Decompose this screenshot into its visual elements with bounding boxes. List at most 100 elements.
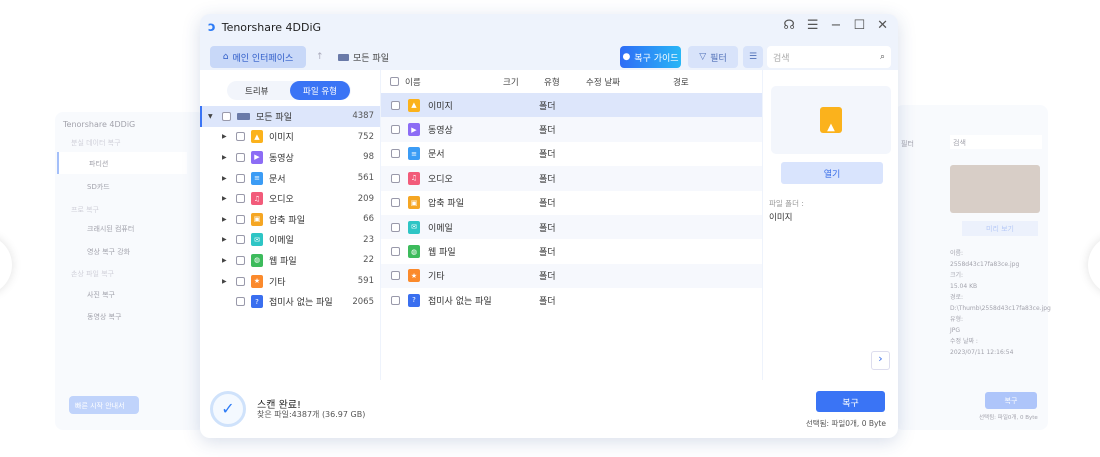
home-button[interactable]: ⌂ 메인 인터페이스 — [210, 46, 306, 68]
tree-label: 기타 — [269, 277, 286, 288]
checkbox[interactable] — [391, 125, 400, 135]
checkbox[interactable] — [391, 271, 400, 281]
header-size[interactable]: 크기 — [503, 76, 519, 88]
list-row[interactable]: ▣ 압축 파일 폴더 — [381, 191, 762, 215]
next-arrow-button[interactable]: › — [871, 351, 890, 370]
list-row[interactable]: ≡ 문서 폴더 — [381, 142, 762, 166]
web-icon: ◍ — [251, 253, 263, 267]
tree-item[interactable]: ? 접미사 없는 파일 2065 — [200, 291, 380, 312]
minimize-icon[interactable]: − — [831, 18, 842, 33]
image-icon: ▲ — [251, 130, 263, 144]
tab-tree-view[interactable]: 트리뷰 — [245, 85, 268, 97]
tree-item[interactable]: ▶ ★ 기타 591 — [200, 271, 380, 292]
list-row[interactable]: ★ 기타 폴더 — [381, 263, 762, 289]
nav-partition: 파티션 — [57, 152, 187, 174]
tree-item[interactable]: ▶ ◍ 웹 파일 22 — [200, 250, 380, 271]
checkbox[interactable] — [391, 198, 400, 208]
tree-item[interactable]: ▶ ▣ 압축 파일 66 — [200, 209, 380, 230]
file-type: 폴더 — [539, 296, 556, 307]
list-row[interactable]: ▶ 동영상 폴더 — [381, 117, 762, 142]
checkbox[interactable] — [236, 297, 245, 307]
list-row[interactable]: ▲ 이미지 폴더 — [381, 93, 762, 118]
expand-icon[interactable]: ▶ — [222, 175, 230, 182]
tree-item[interactable]: ▶ ✉ 이메일 23 — [200, 230, 380, 251]
checkbox[interactable] — [236, 255, 245, 265]
select-all-checkbox[interactable] — [390, 77, 399, 86]
checkbox[interactable] — [236, 214, 245, 224]
checkbox[interactable] — [391, 149, 400, 159]
file-name: 오디오 — [428, 174, 453, 185]
tree-label: 오디오 — [269, 195, 294, 206]
expand-icon[interactable]: ▶ — [222, 133, 230, 140]
expand-icon[interactable]: ▶ — [222, 278, 230, 285]
checkbox[interactable] — [391, 222, 400, 232]
headset-icon[interactable]: ☊ — [783, 18, 795, 33]
document-icon: ≡ — [408, 147, 420, 161]
checkbox[interactable] — [236, 194, 245, 204]
list-header: 이름 크기 유형 수정 날짜 경로 — [381, 70, 762, 92]
home-icon: ⌂ — [222, 52, 229, 62]
expand-icon[interactable]: ▶ — [222, 154, 230, 161]
expand-icon[interactable]: ▶ — [222, 257, 230, 264]
collapse-icon[interactable]: ▼ — [208, 113, 216, 120]
checkbox[interactable] — [222, 111, 231, 121]
filter-label: 필터 — [901, 140, 914, 148]
checkbox[interactable] — [391, 173, 400, 183]
expand-icon[interactable]: ▶ — [222, 195, 230, 202]
search-input[interactable]: 검색 — [773, 51, 790, 64]
search-box[interactable]: 검색 ⌕ — [767, 46, 891, 68]
carousel-next-button[interactable] — [1088, 235, 1100, 295]
up-arrow-icon[interactable]: ↑ — [316, 46, 324, 68]
app-title: Tenorshare 4DDiG — [221, 21, 322, 34]
menu-icon[interactable]: ☰ — [807, 18, 819, 33]
open-button[interactable]: 열기 — [781, 162, 883, 184]
checkbox[interactable] — [391, 100, 400, 110]
tree-count: 209 — [357, 193, 374, 204]
checkbox[interactable] — [391, 295, 400, 305]
filter-button[interactable]: ▽ 필터 — [688, 46, 738, 68]
drive-icon — [338, 53, 349, 61]
tree-item[interactable]: ▶ ▲ 이미지 752 — [200, 127, 380, 148]
file-name: 이메일 — [428, 223, 453, 234]
file-type: 폴더 — [539, 126, 556, 137]
breadcrumb[interactable]: 모든 파일 — [338, 46, 389, 68]
web-icon: ◍ — [408, 245, 420, 259]
list-view-button[interactable]: ☰ — [743, 46, 763, 68]
checkbox[interactable] — [236, 152, 245, 162]
file-type: 폴더 — [539, 272, 556, 283]
header-type[interactable]: 유형 — [544, 76, 560, 88]
maximize-icon[interactable]: ☐ — [853, 18, 865, 33]
header-name[interactable]: 이름 — [405, 76, 421, 88]
tree-item[interactable]: ▶ ≡ 문서 561 — [200, 168, 380, 189]
list-row[interactable]: ✉ 이메일 폴더 — [381, 214, 762, 240]
tree-item[interactable]: ▶ ▶ 동영상 98 — [200, 147, 380, 168]
name-label: 이름: — [950, 250, 964, 257]
checkbox[interactable] — [236, 173, 245, 183]
header-modified[interactable]: 수정 날짜 — [586, 76, 620, 88]
tab-file-type[interactable]: 파일 유형 — [290, 81, 350, 100]
expand-icon[interactable]: ▶ — [222, 236, 230, 243]
brand: Tenorshare 4DDiG — [63, 120, 136, 129]
recover-button[interactable]: 복구 — [816, 391, 885, 412]
other-icon: ★ — [408, 269, 420, 283]
checkbox[interactable] — [236, 132, 245, 142]
close-icon[interactable]: ✕ — [877, 18, 888, 33]
list-row[interactable]: ? 접미사 없는 파일 폴더 — [381, 288, 762, 312]
nav-sd: SD카드 — [87, 183, 110, 191]
expand-icon[interactable]: ▶ — [222, 216, 230, 223]
tree-root[interactable]: ▼ 모든 파일 4387 — [200, 106, 380, 127]
checkbox[interactable] — [391, 247, 400, 257]
list-row[interactable]: ◍ 웹 파일 폴더 — [381, 239, 762, 263]
audio-icon: ♫ — [251, 192, 263, 206]
checkbox[interactable] — [236, 276, 245, 286]
tree-item[interactable]: ▶ ♫ 오디오 209 — [200, 188, 380, 209]
carousel-prev-button[interactable] — [0, 235, 12, 295]
preview-thumbnail: ▲ — [771, 86, 891, 154]
recovery-guide-button[interactable]: ● 복구 가이드 — [620, 46, 681, 68]
header-path[interactable]: 경로 — [673, 76, 689, 88]
archive-icon: ▣ — [251, 212, 263, 226]
checkbox[interactable] — [236, 235, 245, 245]
search-field: 검색 — [950, 135, 1042, 149]
search-icon[interactable]: ⌕ — [880, 52, 885, 62]
list-row[interactable]: ♫ 오디오 폴더 — [381, 166, 762, 191]
